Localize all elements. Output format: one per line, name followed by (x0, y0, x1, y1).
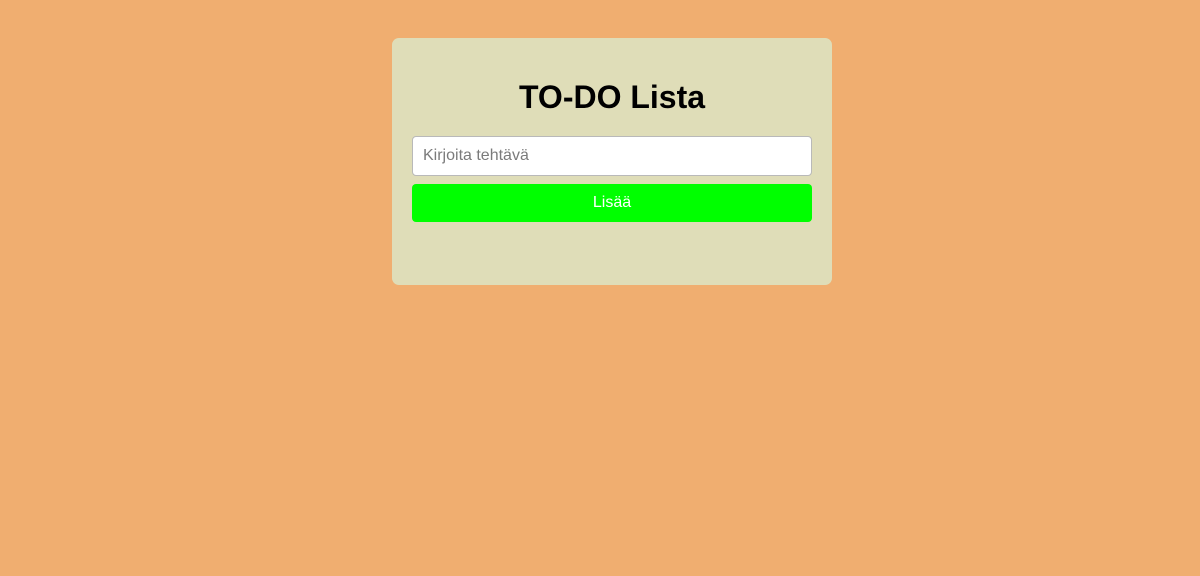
todo-card: TO-DO Lista Lisää (392, 38, 832, 285)
task-input[interactable] (412, 136, 812, 176)
page-title: TO-DO Lista (518, 79, 706, 115)
add-task-button[interactable]: Lisää (412, 184, 812, 222)
